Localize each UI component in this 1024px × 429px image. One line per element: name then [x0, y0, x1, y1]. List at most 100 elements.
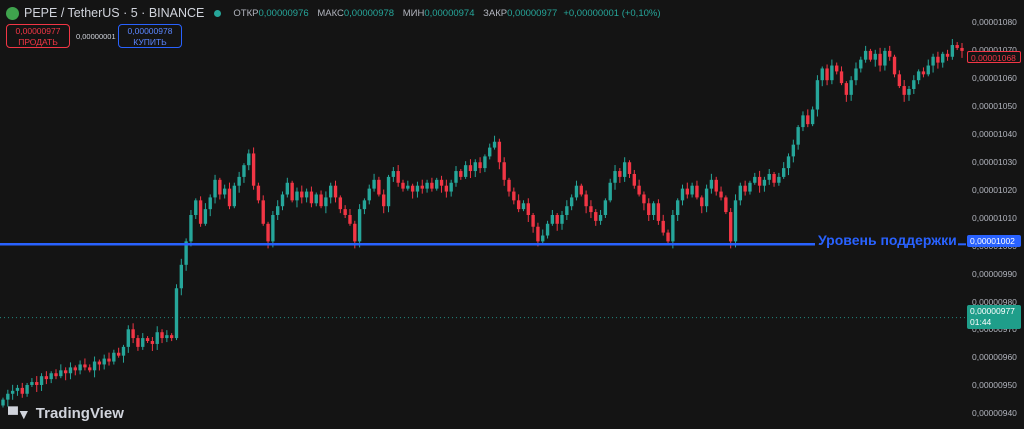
- candle-body: [88, 367, 92, 371]
- candle-body: [15, 387, 20, 391]
- candle-body: [430, 182, 434, 189]
- candle-body: [806, 115, 810, 125]
- candle-body: [174, 288, 179, 339]
- candle-body: [203, 209, 208, 224]
- candle-body: [873, 53, 877, 60]
- candle-body: [242, 165, 246, 177]
- price-axis-tick: 0,00001010: [972, 212, 1017, 223]
- candle-body: [883, 50, 887, 66]
- candle-body: [44, 376, 49, 380]
- candle-body: [618, 171, 622, 177]
- candle-body: [796, 127, 800, 145]
- candle-body: [30, 382, 34, 385]
- candle-body: [435, 179, 439, 189]
- candle-body: [931, 56, 935, 66]
- candle-body: [97, 361, 102, 365]
- candle-body: [213, 179, 217, 198]
- market-open-icon: [214, 9, 222, 17]
- candle-body: [531, 215, 535, 227]
- candle-body: [343, 209, 347, 215]
- support-level-label: Уровень поддержки: [818, 232, 957, 248]
- candle-body: [671, 215, 675, 242]
- candle-body: [126, 329, 130, 347]
- candle-body: [131, 329, 135, 339]
- candle-body: [324, 197, 328, 207]
- candlestick-chart[interactable]: [0, 0, 1024, 429]
- candle-body: [675, 200, 680, 215]
- close-value: 0,00000977: [507, 7, 558, 19]
- candle-body: [333, 185, 338, 198]
- candle-body: [579, 185, 583, 195]
- ohlc-readout: ОТКР0,00000976 МАКС0,00000978 МИН0,00000…: [233, 8, 666, 19]
- candle-body: [348, 215, 352, 224]
- symbol-title[interactable]: PEPE / TetherUS · 5 · BINANCE: [24, 6, 204, 20]
- candle-body: [63, 370, 68, 374]
- candle-body: [406, 185, 410, 189]
- candle-body: [753, 176, 757, 183]
- tradingview-wordmark: TradingView: [35, 405, 124, 422]
- candle-body: [227, 188, 232, 207]
- candle-body: [830, 65, 834, 81]
- pepe-logo-icon: [6, 6, 19, 20]
- candle-body: [261, 200, 265, 224]
- high-label: МАКС: [317, 7, 344, 19]
- buy-button[interactable]: 0,00000978 КУПИТЬ: [118, 24, 182, 48]
- candle-body: [897, 74, 902, 87]
- candle-body: [68, 367, 73, 374]
- spread-value: 0,00000001: [76, 32, 116, 41]
- candle-body: [733, 200, 738, 242]
- candle-body: [179, 264, 183, 289]
- candle-body: [444, 185, 449, 192]
- candle-body: [372, 179, 376, 189]
- candle-body: [627, 162, 632, 174]
- candle-body: [767, 173, 771, 180]
- candle-body: [863, 50, 868, 60]
- candle-body: [757, 176, 762, 186]
- open-value: 0,00000976: [258, 7, 309, 19]
- candle-body: [150, 341, 155, 344]
- candle-body: [492, 141, 497, 148]
- candle-body: [743, 185, 747, 192]
- candle-body: [762, 179, 767, 186]
- candle-body: [801, 115, 805, 128]
- candle-body: [560, 215, 564, 224]
- candle-body: [54, 373, 58, 377]
- candle-body: [854, 68, 858, 81]
- candle-body: [280, 194, 285, 207]
- candle-body: [608, 182, 612, 201]
- candle-body: [121, 346, 126, 356]
- price-axis-tick: 0,00000940: [972, 408, 1017, 419]
- last-price-value: 0,00000977: [970, 306, 1015, 316]
- candle-body: [20, 387, 24, 394]
- candle-body: [825, 68, 829, 81]
- candle-body: [463, 165, 468, 177]
- candle-body: [222, 188, 227, 195]
- candle-body: [936, 56, 940, 63]
- candle-body: [594, 212, 598, 221]
- candle-body: [112, 352, 116, 362]
- change-value: +0,00000001 (+0,10%): [563, 7, 661, 19]
- candle-body: [680, 188, 685, 201]
- candle-body: [304, 191, 309, 198]
- candle-body: [950, 45, 955, 57]
- candle-body: [738, 185, 743, 201]
- candle-body: [218, 179, 222, 195]
- candle-body: [945, 53, 950, 57]
- sell-button[interactable]: 0,00000977 ПРОДАТЬ: [6, 24, 70, 48]
- candle-body: [868, 50, 873, 60]
- candle-body: [603, 200, 608, 215]
- candle-body: [820, 68, 824, 81]
- candle-body: [232, 185, 237, 207]
- candle-body: [10, 390, 15, 394]
- tradingview-logo[interactable]: ▀▼ TradingView: [8, 405, 124, 422]
- sell-price: 0,00000977: [15, 26, 61, 36]
- candle-body: [685, 188, 689, 195]
- candle-body: [415, 185, 420, 192]
- high-value: 0,00000978: [343, 7, 395, 19]
- high-price-tag: 0,00001068: [967, 51, 1021, 63]
- candle-body: [25, 384, 29, 394]
- candle-body: [386, 176, 391, 207]
- candle-body: [622, 162, 627, 177]
- candle-body: [835, 65, 839, 72]
- candle-body: [266, 223, 270, 242]
